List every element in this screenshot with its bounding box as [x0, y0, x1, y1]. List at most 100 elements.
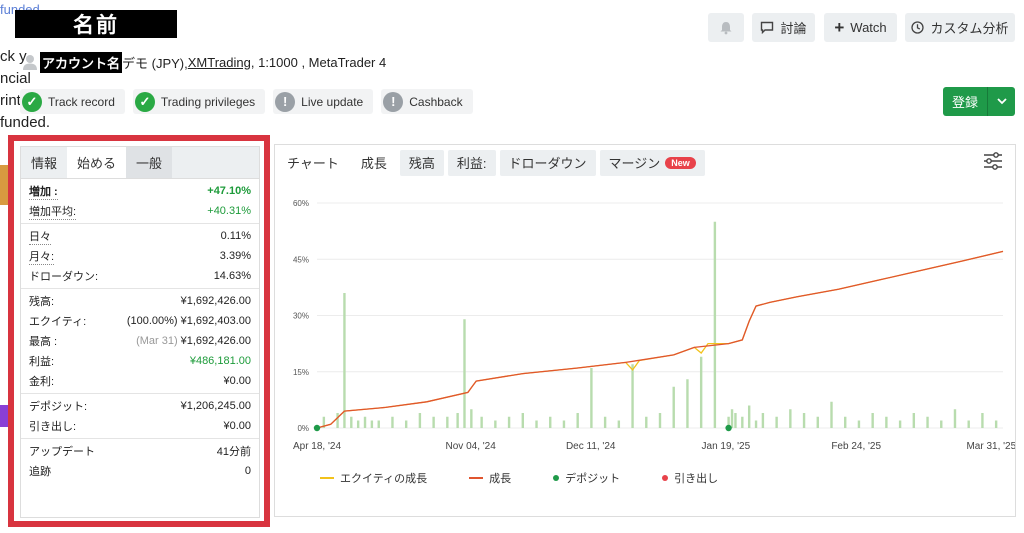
volume-bar [672, 386, 675, 428]
register-button[interactable]: 登録 [943, 87, 1015, 116]
stat-highest-date: (Mar 31) [136, 335, 178, 347]
volume-bar [535, 420, 538, 428]
watch-button[interactable]: + Watch [824, 13, 897, 42]
volume-bar [562, 420, 566, 428]
tab-general[interactable]: 一般 [126, 147, 173, 178]
legend-deposit[interactable]: デポジット [553, 470, 620, 486]
volume-bar [350, 416, 353, 428]
stat-label: 増加平均: [29, 203, 77, 220]
stat-daily: 日々 0.11% [21, 226, 259, 246]
tab-growth[interactable]: 成長 [351, 149, 396, 176]
legend-growth[interactable]: 成長 [469, 470, 511, 486]
custom-analysis-button[interactable]: カスタム分析 [905, 13, 1015, 42]
stats-panel: 情報 始める 一般 増加 : +47.10% 増加平均: +40.31% 日々 0.1… [20, 146, 260, 518]
x-tick-label: Dec 11, '24 [566, 441, 616, 452]
badge-live-update[interactable]: ! Live update [273, 89, 374, 114]
badge-label: Track record [48, 94, 115, 109]
badge-label: Trading privileges [160, 94, 256, 109]
stat-deposits: デポジット: ¥1,206,245.00 [21, 396, 259, 416]
tab-margin[interactable]: マージン New [599, 149, 705, 176]
legend-swatch [553, 475, 560, 481]
legend-label: 成長 [489, 473, 512, 485]
x-tick-label: Jan 19, '25 [702, 441, 751, 452]
stat-equity-pct: (100.00%) [126, 315, 178, 327]
tab-balance[interactable]: 残高 [399, 149, 444, 176]
avatar-icon [23, 55, 37, 70]
volume-bar [981, 413, 984, 428]
broker-link[interactable]: XMTrading [188, 55, 251, 70]
stat-avg-gain: 増加平均: +40.31% [21, 201, 259, 221]
stat-label: エクイティ: [29, 316, 87, 328]
x-tick-label: Nov 04, '24 [446, 441, 497, 452]
plus-icon: + [834, 18, 845, 37]
page-title: 名前 [15, 10, 177, 38]
tab-drawdown[interactable]: ドローダウン [499, 149, 596, 176]
volume-bar [480, 416, 483, 428]
exclamation-icon: ! [383, 91, 404, 112]
volume-bar [576, 413, 579, 428]
discuss-button[interactable]: 討論 [752, 13, 815, 42]
equity-growth-line [316, 250, 1004, 429]
stat-drawdown: ドローダウン: 14.63% [21, 266, 259, 286]
badge-track-record[interactable]: ✓ Track record [20, 89, 125, 114]
chart-panel: チャート 成長 残高 利益: ドローダウン マージン New 0% 15% 30% 45… [274, 144, 1016, 517]
volume-bar [645, 416, 648, 428]
chevron-down-icon[interactable] [988, 87, 1015, 116]
tab-profit[interactable]: 利益: [447, 149, 496, 176]
bell-icon [720, 21, 732, 34]
stats-group-balance: 残高: ¥1,692,426.00 エクイティ: (100.00%) ¥1,692,… [21, 289, 259, 394]
tab-info[interactable]: 情報 [21, 147, 67, 178]
volume-bar [802, 413, 806, 428]
volume-bar [761, 413, 765, 428]
y-tick-label: 60% [293, 199, 309, 208]
stat-label: アップデート [29, 446, 95, 458]
volume-bar [432, 416, 435, 428]
volume-bar [658, 413, 662, 428]
stats-group-rates: 日々 0.11% 月々: 3.39% ドローダウン: 14.63% [21, 224, 259, 289]
stat-monthly: 月々: 3.39% [21, 246, 259, 266]
volume-bar [940, 420, 943, 428]
settings-sliders-icon[interactable] [983, 152, 1003, 170]
stat-tracking: 追跡 0 [21, 461, 259, 481]
volume-bar [418, 413, 422, 428]
volume-bar [741, 416, 744, 428]
legend-withdrawal[interactable]: 引き出し [662, 470, 718, 486]
register-label: 登録 [943, 87, 988, 116]
volume-bar [549, 416, 552, 428]
tab-chart[interactable]: チャート [278, 150, 348, 176]
chart-tabs: チャート 成長 残高 利益: ドローダウン マージン New [275, 145, 1015, 180]
x-tick-label: Mar 31, '25 [966, 441, 1015, 452]
chart-legend: エクイティの成長 成長 デポジット 引き出し [320, 470, 760, 486]
volume-bar [857, 420, 861, 428]
stat-label: 追跡 [29, 466, 51, 478]
stat-label: 残高: [29, 296, 55, 308]
stats-group-gain: 増加 : +47.10% 増加平均: +40.31% [21, 179, 259, 224]
tab-start[interactable]: 始める [67, 147, 127, 178]
y-tick-label: 0% [297, 424, 309, 433]
new-badge: New [665, 156, 696, 169]
notification-button[interactable] [708, 13, 744, 42]
account-name: アカウント名 [40, 51, 123, 73]
account-info: アカウント名 デモ (JPY), XMTrading , 1:1000 , Me… [22, 51, 386, 73]
x-tick-label: Apr 18, '24 [293, 441, 341, 452]
bg-text-fragment: funded. [0, 114, 51, 131]
stat-value: +47.10% [207, 185, 251, 197]
discuss-label: 討論 [780, 21, 807, 36]
growth-chart[interactable]: 0% 15% 30% 45% 60% Apr 18, '24 Nov 04, '24 Dec … [275, 185, 1015, 465]
stat-label: 増加 : [29, 183, 58, 200]
badge-label: Cashback [409, 94, 463, 109]
watch-label: Watch [850, 20, 887, 35]
volume-bar [747, 405, 751, 428]
bg-text-fragment: ncial [0, 70, 31, 87]
y-tick-label: 45% [293, 255, 309, 264]
growth-line [316, 250, 1004, 429]
stat-label: デポジット: [29, 401, 88, 413]
chat-icon [761, 21, 774, 34]
badge-trading-privileges[interactable]: ✓ Trading privileges [132, 89, 266, 114]
account-type: デモ (JPY), [122, 55, 188, 71]
badge-cashback[interactable]: ! Cashback [381, 89, 473, 114]
volume-bar [830, 401, 833, 428]
volume-bar [521, 413, 524, 428]
legend-equity-growth[interactable]: エクイティの成長 [320, 470, 427, 486]
legend-label: 引き出し [674, 473, 719, 485]
